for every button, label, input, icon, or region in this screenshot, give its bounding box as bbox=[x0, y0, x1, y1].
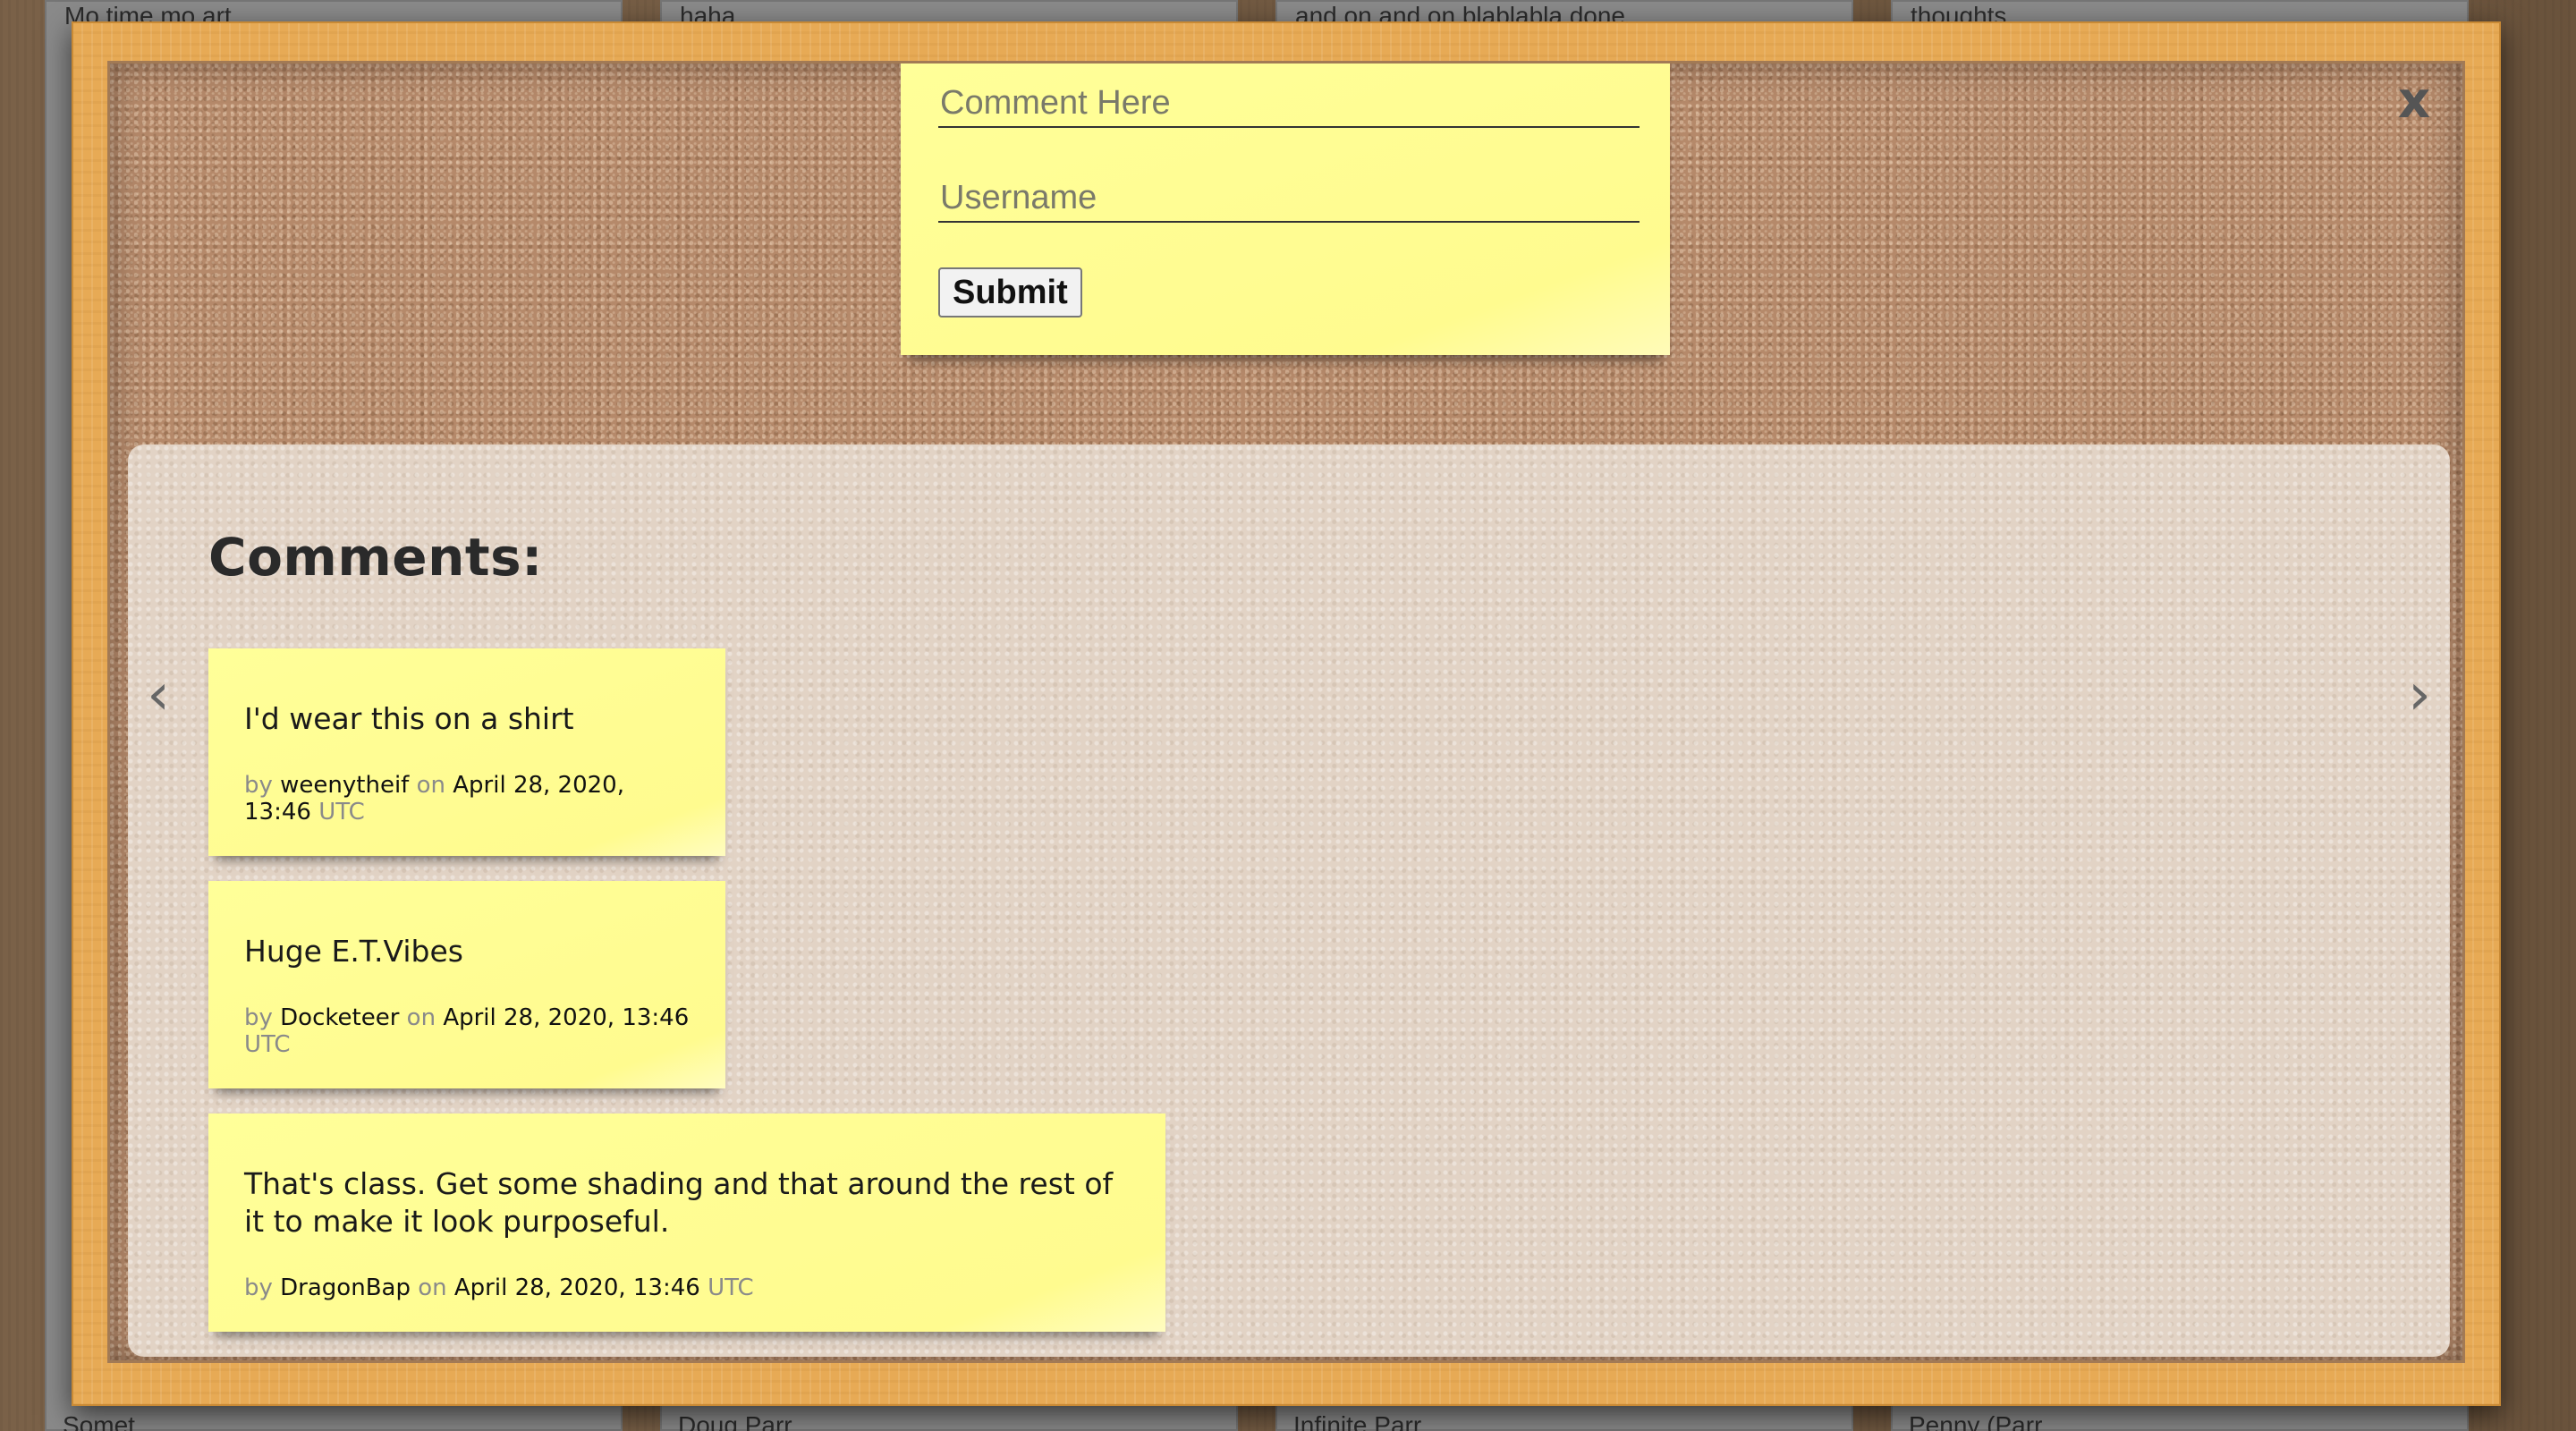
comment-form-note: Submit bbox=[901, 64, 1670, 355]
comment-note: That's class. Get some shading and that … bbox=[208, 1113, 1165, 1332]
comments-heading: Comments: bbox=[208, 527, 543, 588]
comment-on-label: on bbox=[416, 772, 445, 799]
comment-on-label: on bbox=[406, 1004, 436, 1031]
comments-list: I'd wear this on a shirt by weenytheif o… bbox=[208, 648, 1165, 1357]
username-input[interactable] bbox=[938, 169, 1640, 223]
comment-text: That's class. Get some shading and that … bbox=[244, 1166, 1114, 1239]
comment-meta: by Docketeer on April 28, 2020, 13:46 UT… bbox=[244, 1004, 690, 1058]
comment-by-label: by bbox=[244, 772, 273, 799]
comment-meta: by weenytheif on April 28, 2020, 13:46 U… bbox=[244, 772, 690, 826]
background-card-label: Doug Parr... bbox=[678, 1411, 812, 1431]
comment-on-label: on bbox=[418, 1274, 447, 1301]
comment-note: I'd wear this on a shirt by weenytheif o… bbox=[208, 648, 725, 856]
chevron-left-icon[interactable]: ‹ bbox=[131, 659, 185, 731]
comment-text: I'd wear this on a shirt bbox=[244, 701, 574, 736]
chevron-right-icon[interactable]: › bbox=[2393, 659, 2446, 731]
comment-note: Huge E.T.Vibes by Docketeer on April 28,… bbox=[208, 881, 725, 1088]
submit-button[interactable]: Submit bbox=[938, 267, 1082, 318]
comment-username: DragonBap bbox=[280, 1274, 411, 1301]
corkboard: x Submit Comments: ‹ › I'd wear this on … bbox=[107, 61, 2465, 1363]
comment-meta: by DragonBap on April 28, 2020, 13:46 UT… bbox=[244, 1274, 1130, 1301]
close-icon[interactable]: x bbox=[2387, 74, 2441, 128]
comment-timezone: UTC bbox=[708, 1274, 754, 1301]
comments-panel: Comments: ‹ › I'd wear this on a shirt b… bbox=[128, 445, 2450, 1357]
comment-timezone: UTC bbox=[244, 1031, 291, 1058]
comment-text: Huge E.T.Vibes bbox=[244, 934, 464, 969]
comment-input[interactable] bbox=[938, 74, 1640, 128]
background-card-label: Infinite Parr... bbox=[1293, 1411, 1441, 1431]
background-card-label: Somet... bbox=[63, 1411, 157, 1431]
comment-date: April 28, 2020, 13:46 bbox=[453, 1274, 700, 1301]
comment-by-label: by bbox=[244, 1004, 273, 1031]
background-card-label: Penny (Parr... bbox=[1909, 1411, 2063, 1431]
comment-timezone: UTC bbox=[318, 799, 365, 826]
comment-username: weenytheif bbox=[280, 772, 410, 799]
comment-username: Docketeer bbox=[280, 1004, 400, 1031]
comment-modal: x Submit Comments: ‹ › I'd wear this on … bbox=[72, 21, 2501, 1406]
comment-date: April 28, 2020, 13:46 bbox=[443, 1004, 690, 1031]
comment-by-label: by bbox=[244, 1274, 273, 1301]
